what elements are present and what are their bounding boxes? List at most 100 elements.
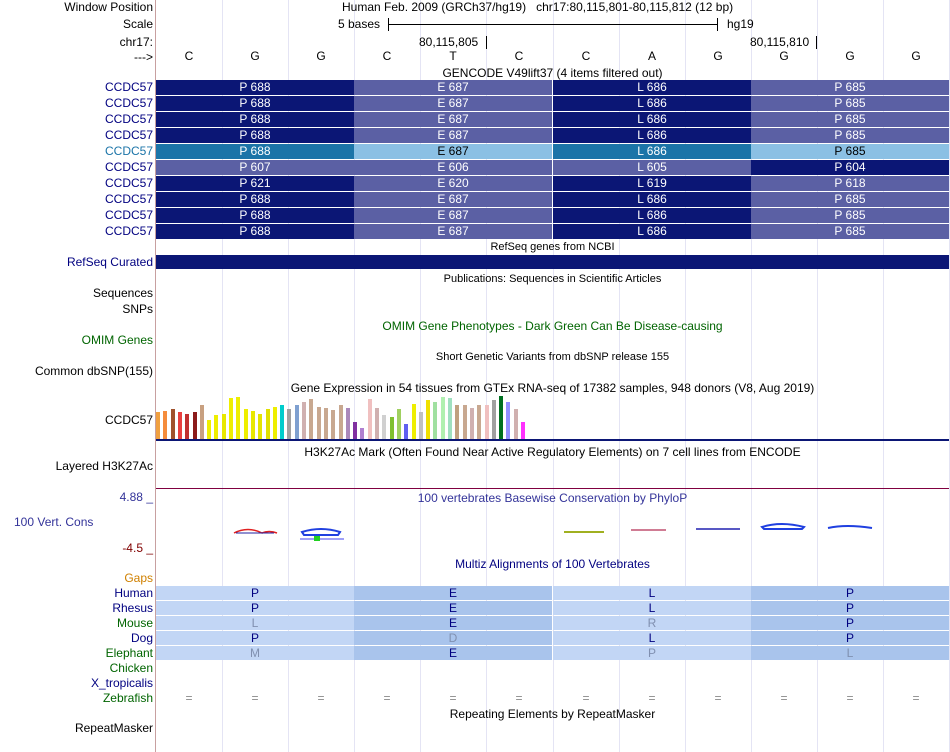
multiz-codon[interactable]: D [354,631,552,645]
gencode-codon[interactable]: P 685 [751,224,949,239]
gencode-row-label[interactable]: CCDC57 [0,112,153,127]
dbsnp-track-title[interactable]: Short Genetic Variants from dbSNP releas… [156,350,949,364]
gtex-bar[interactable] [331,410,336,439]
gtex-bar[interactable] [280,405,285,439]
gencode-codon[interactable]: P 685 [751,112,949,127]
multiz-codon[interactable]: P [751,586,949,600]
gtex-bar[interactable] [404,424,409,439]
omim-track-title[interactable]: OMIM Gene Phenotypes - Dark Green Can Be… [156,319,949,334]
gtex-bar[interactable] [170,409,175,439]
phylop-track-title[interactable]: 100 vertebrates Basewise Conservation by… [156,491,949,506]
gencode-codon[interactable]: L 686 [553,144,751,159]
publications-label-sequences[interactable]: Sequences [0,286,153,301]
multiz-codon[interactable]: P [751,601,949,615]
publications-label-snps[interactable]: SNPs [0,302,153,317]
multiz-codon[interactable]: P [156,586,354,600]
publications-track-title[interactable]: Publications: Sequences in Scientific Ar… [156,272,949,286]
multiz-codon[interactable]: E [354,616,552,630]
gtex-bar[interactable] [272,407,277,439]
gencode-row-label[interactable]: CCDC57 [0,80,153,95]
multiz-codon[interactable]: L [156,616,354,630]
gtex-bar[interactable] [491,400,496,439]
gencode-codon[interactable]: E 687 [354,192,552,207]
gencode-codon[interactable]: E 687 [354,80,552,95]
multiz-species-label[interactable]: Chicken [0,661,153,676]
gtex-bar[interactable] [521,422,525,439]
gencode-codon[interactable]: P 618 [751,176,949,191]
gencode-row-label[interactable]: CCDC57 [0,160,153,175]
gencode-codon[interactable]: P 621 [156,176,354,191]
multiz-codon[interactable]: L [553,601,751,615]
gtex-bar[interactable] [265,409,270,439]
gtex-bar[interactable] [513,409,518,439]
gtex-bar[interactable] [156,412,160,439]
gtex-bar[interactable] [367,399,372,439]
gtex-bar[interactable] [207,420,212,439]
gencode-row-label[interactable]: CCDC57 [0,176,153,191]
gtex-label[interactable]: CCDC57 [0,413,153,428]
phylop-wiggle[interactable] [156,515,949,550]
gencode-track-title[interactable]: GENCODE V49lift37 (4 items filtered out) [156,66,949,81]
gtex-bar[interactable] [338,405,343,439]
gtex-bar[interactable] [302,402,306,439]
gencode-codon[interactable]: P 685 [751,96,949,111]
multiz-codon[interactable]: P [751,616,949,630]
gencode-codon[interactable]: L 686 [553,224,751,239]
gtex-bar[interactable] [258,414,263,439]
gtex-bar[interactable] [236,397,241,439]
multiz-codon[interactable]: E [354,586,552,600]
multiz-codon[interactable]: E [354,646,552,660]
gencode-codon[interactable]: P 685 [751,80,949,95]
gencode-codon[interactable]: P 604 [751,160,949,175]
gtex-bar[interactable] [287,409,292,439]
gtex-bar[interactable] [499,396,504,439]
gtex-bar[interactable] [199,405,204,439]
gtex-bar[interactable] [250,411,255,439]
gencode-codon[interactable]: P 688 [156,224,354,239]
gencode-codon[interactable]: L 686 [553,80,751,95]
gtex-bar[interactable] [163,411,168,439]
gtex-bar[interactable] [477,405,482,439]
gtex-track-title[interactable]: Gene Expression in 54 tissues from GTEx … [156,381,949,396]
gencode-codon[interactable]: L 686 [553,192,751,207]
multiz-species-label[interactable]: Dog [0,631,153,646]
gencode-codon[interactable]: L 686 [553,208,751,223]
gencode-codon[interactable]: P 688 [156,112,354,127]
gencode-codon[interactable]: E 687 [354,144,552,159]
h3k27ac-label[interactable]: Layered H3K27Ac [0,459,153,474]
gencode-row-label[interactable]: CCDC57 [0,96,153,111]
gtex-bar[interactable] [484,405,489,439]
multiz-gaps-label[interactable]: Gaps [0,571,153,586]
gencode-row-label[interactable]: CCDC57 [0,208,153,223]
phylop-label[interactable]: 100 Vert. Cons [14,515,93,530]
gencode-codon[interactable]: P 688 [156,128,354,143]
gencode-codon[interactable]: E 687 [354,224,552,239]
gtex-bar[interactable] [433,402,438,439]
gtex-bar[interactable] [316,407,321,439]
gencode-codon[interactable]: L 686 [553,128,751,143]
gencode-codon[interactable]: E 687 [354,128,552,143]
gencode-codon[interactable]: E 687 [354,112,552,127]
gtex-bar[interactable] [440,397,445,439]
gencode-codon[interactable]: P 607 [156,160,354,175]
dbsnp-label[interactable]: Common dbSNP(155) [0,364,153,379]
multiz-codon[interactable]: P [553,646,751,660]
gtex-bar[interactable] [360,428,365,439]
multiz-species-label[interactable]: Mouse [0,616,153,631]
gencode-codon[interactable]: P 685 [751,208,949,223]
gtex-bar[interactable] [294,405,299,439]
gtex-bar[interactable] [448,398,452,439]
gencode-codon[interactable]: L 605 [553,160,751,175]
gencode-codon[interactable]: P 688 [156,80,354,95]
gencode-codon[interactable]: P 685 [751,144,949,159]
gencode-codon[interactable]: P 688 [156,192,354,207]
multiz-species-label[interactable]: Elephant [0,646,153,661]
gencode-row-label[interactable]: CCDC57 [0,128,153,143]
gencode-codon[interactable]: E 606 [354,160,552,175]
gencode-codon[interactable]: L 686 [553,96,751,111]
gencode-row-label[interactable]: CCDC57 [0,192,153,207]
multiz-species-label[interactable]: Rhesus [0,601,153,616]
refseq-track-title[interactable]: RefSeq genes from NCBI [156,240,949,254]
repeatmasker-track-title[interactable]: Repeating Elements by RepeatMasker [156,707,949,722]
gencode-row-label[interactable]: CCDC57 [0,144,153,159]
